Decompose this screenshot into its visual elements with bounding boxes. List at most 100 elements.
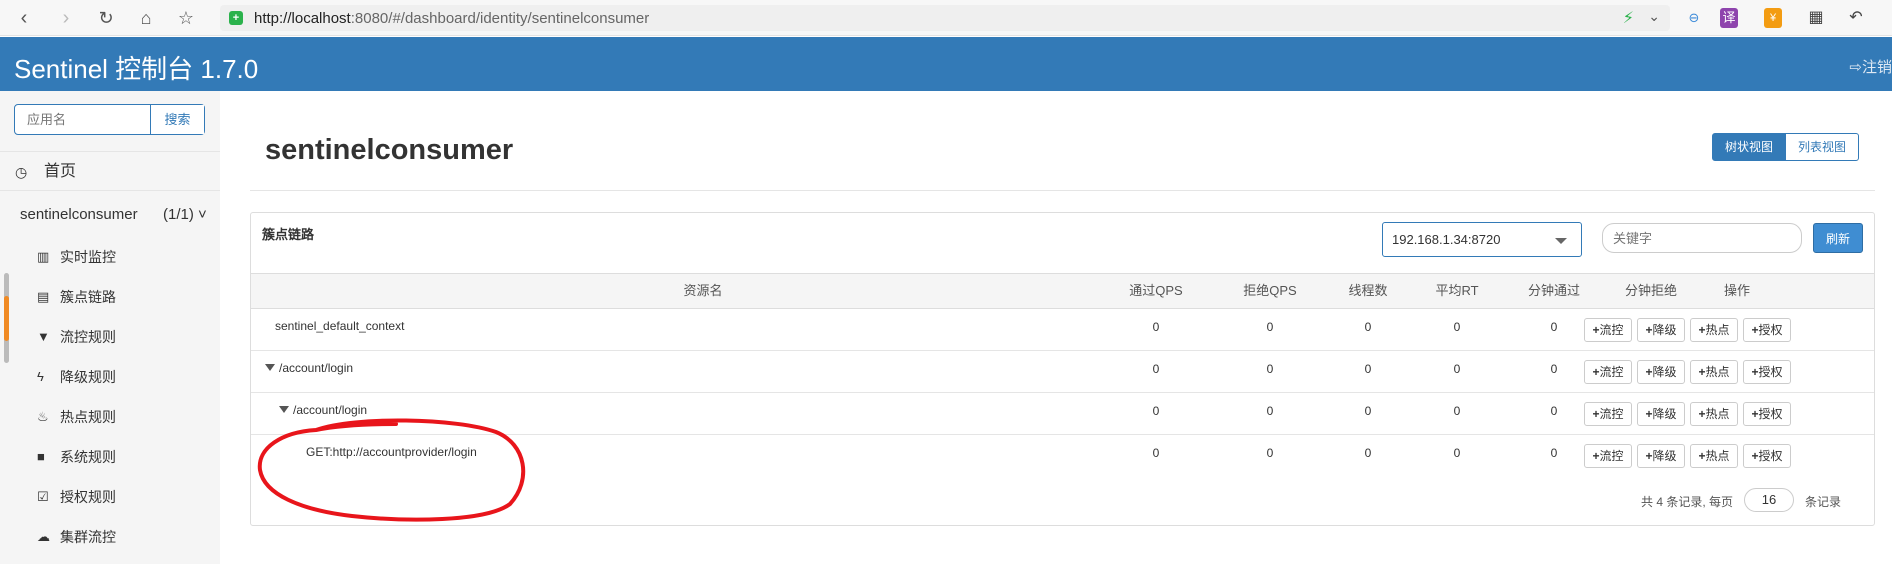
hotspot-rule-button[interactable]: +热点 — [1690, 444, 1738, 468]
dashboard-gauge-icon: ◷ — [15, 164, 28, 180]
hotspot-rule-button[interactable]: +热点 — [1690, 402, 1738, 426]
reload-icon[interactable]: ↻ — [94, 6, 118, 30]
logout-link[interactable]: ⇨注销 — [1849, 56, 1892, 77]
keyword-input[interactable] — [1602, 223, 1802, 253]
sidebar-item-degrade-rules[interactable]: ϟ 降级规则 — [0, 357, 220, 397]
avg-rt: 0 — [1453, 404, 1461, 418]
pass-qps: 0 — [1152, 404, 1160, 418]
logout-icon: ⇨ — [1849, 59, 1862, 76]
red-annotation-circle — [257, 418, 526, 522]
table-header: 资源名 通过QPS 拒绝QPS 线程数 平均RT 分钟通过 分钟拒绝 操作 — [251, 273, 1874, 309]
minute-pass: 0 — [1550, 446, 1558, 460]
back-icon[interactable]: ‹ — [12, 6, 36, 30]
table-row: /account/login 0 0 0 0 0 0 +流控 +降级 +热点 +… — [251, 351, 1874, 393]
thread-count: 0 — [1364, 446, 1372, 460]
browser-toolbar: ‹ › ↻ ⌂ ☆ + http://localhost:8080/#/dash… — [0, 0, 1892, 36]
app-search: 搜索 — [14, 104, 205, 135]
url-text: http://localhost:8080/#/dashboard/identi… — [254, 10, 650, 27]
table-row: sentinel_default_context 0 0 0 0 0 0 +流控… — [251, 309, 1874, 351]
minute-pass: 0 — [1550, 320, 1558, 334]
machine-select[interactable]: 192.168.1.34:8720 — [1382, 222, 1582, 257]
column-header: 线程数 — [1348, 283, 1388, 298]
flow-rule-button[interactable]: +流控 — [1584, 360, 1632, 384]
list-icon: ▤ — [37, 289, 50, 304]
panel-title: 簇点链路 — [262, 227, 315, 242]
auth-rule-button[interactable]: +授权 — [1743, 318, 1791, 342]
sidebar-item-realtime[interactable]: ▥ 实时监控 — [0, 237, 220, 277]
page-size-input[interactable]: 16 — [1744, 488, 1794, 512]
minute-pass: 0 — [1550, 362, 1558, 376]
sidebar-item-system-rules[interactable]: ■ 系统规则 — [0, 437, 220, 477]
home-icon[interactable]: ⌂ — [134, 6, 158, 30]
column-header: 分钟通过 — [1527, 283, 1580, 298]
block-qps: 0 — [1266, 362, 1274, 376]
hotspot-rule-button[interactable]: +热点 — [1690, 318, 1738, 342]
auth-rule-button[interactable]: +授权 — [1743, 360, 1791, 384]
sidebar-item-resources[interactable]: ▤ 簇点链路 — [0, 277, 220, 317]
undo-icon[interactable]: ↶ — [1844, 8, 1868, 28]
column-header: 平均RT — [1435, 283, 1479, 298]
flow-rule-button[interactable]: +流控 — [1584, 444, 1632, 468]
expand-triangle-icon[interactable] — [279, 406, 289, 413]
apps-grid-icon[interactable]: ▦ — [1806, 8, 1826, 28]
bookmark-star-icon[interactable]: ☆ — [174, 6, 198, 30]
check-square-icon: ☑ — [37, 489, 49, 504]
filter-icon: ▼ — [37, 329, 50, 344]
block-qps: 0 — [1266, 320, 1274, 334]
block-qps: 0 — [1266, 404, 1274, 418]
app-search-input[interactable] — [15, 105, 151, 134]
minute-pass: 0 — [1550, 404, 1558, 418]
thread-count: 0 — [1364, 362, 1372, 376]
refresh-button[interactable]: 刷新 — [1813, 223, 1863, 253]
bolt-icon: ϟ — [37, 369, 44, 384]
chevron-down-icon[interactable]: ⌄ — [1648, 8, 1660, 25]
avg-rt: 0 — [1453, 320, 1461, 334]
sidebar-item-home[interactable]: ◷ 首页 — [0, 151, 220, 191]
page-title: sentinelconsumer — [265, 134, 514, 166]
degrade-rule-button[interactable]: +降级 — [1637, 444, 1685, 468]
resource-name: /account/login — [279, 361, 354, 375]
sidebar-item-hotspot-rules[interactable]: ♨ 热点规则 — [0, 397, 220, 437]
flow-rule-button[interactable]: +流控 — [1584, 318, 1632, 342]
pager-suffix: 条记录 — [1805, 495, 1842, 509]
avg-rt: 0 — [1453, 446, 1461, 460]
sidebar-app-name[interactable]: sentinelconsumer — [20, 206, 138, 223]
bar-chart-icon: ▥ — [37, 249, 50, 264]
divider — [250, 190, 1875, 191]
column-header: 操作 — [1723, 283, 1750, 298]
auth-rule-button[interactable]: +授权 — [1743, 402, 1791, 426]
sidebar-app-count[interactable]: (1/1) ˅ — [163, 206, 207, 223]
block-qps: 0 — [1266, 446, 1274, 460]
thread-count: 0 — [1364, 320, 1372, 334]
pass-qps: 0 — [1152, 320, 1160, 334]
forward-icon[interactable]: › — [54, 6, 78, 30]
hotspot-rule-button[interactable]: +热点 — [1690, 360, 1738, 384]
degrade-rule-button[interactable]: +降级 — [1637, 360, 1685, 384]
coupon-extension-icon[interactable]: ¥ — [1764, 8, 1782, 28]
lock-icon: ■ — [37, 449, 45, 464]
sidebar-item-cluster-flow[interactable]: ☁ 集群流控 — [0, 517, 220, 557]
pass-qps: 0 — [1152, 362, 1160, 376]
caret-down-icon — [1555, 238, 1567, 244]
flow-rule-button[interactable]: +流控 — [1584, 402, 1632, 426]
extension-minus-icon[interactable]: ⊖ — [1684, 8, 1704, 28]
tree-view-button[interactable]: 树状视图 — [1712, 133, 1786, 161]
sidebar-item-flow-rules[interactable]: ▼ 流控规则 — [0, 317, 220, 357]
degrade-rule-button[interactable]: +降级 — [1637, 402, 1685, 426]
list-view-button[interactable]: 列表视图 — [1785, 133, 1859, 161]
degrade-rule-button[interactable]: +降级 — [1637, 318, 1685, 342]
bolt-icon[interactable]: ⚡ — [1623, 8, 1634, 28]
pager-prefix: 共 4 条记录, 每页 — [1641, 495, 1734, 509]
auth-rule-button[interactable]: +授权 — [1743, 444, 1791, 468]
cloud-icon: ☁ — [37, 529, 50, 544]
sidebar-item-auth-rules[interactable]: ☑ 授权规则 — [0, 477, 220, 517]
thread-count: 0 — [1364, 404, 1372, 418]
address-bar[interactable]: + http://localhost:8080/#/dashboard/iden… — [220, 5, 1670, 31]
resource-name: sentinel_default_context — [275, 319, 405, 333]
translate-extension-icon[interactable]: 译 — [1720, 8, 1738, 28]
app-header: Sentinel 控制台 1.7.0 ⇨注销 — [0, 37, 1892, 91]
secure-shield-icon: + — [229, 11, 243, 25]
search-button[interactable]: 搜索 — [150, 105, 204, 134]
expand-triangle-icon[interactable] — [265, 364, 275, 371]
sidebar: 搜索 ◷ 首页 sentinelconsumer (1/1) ˅ ▥实时监控 ▤… — [0, 91, 220, 564]
